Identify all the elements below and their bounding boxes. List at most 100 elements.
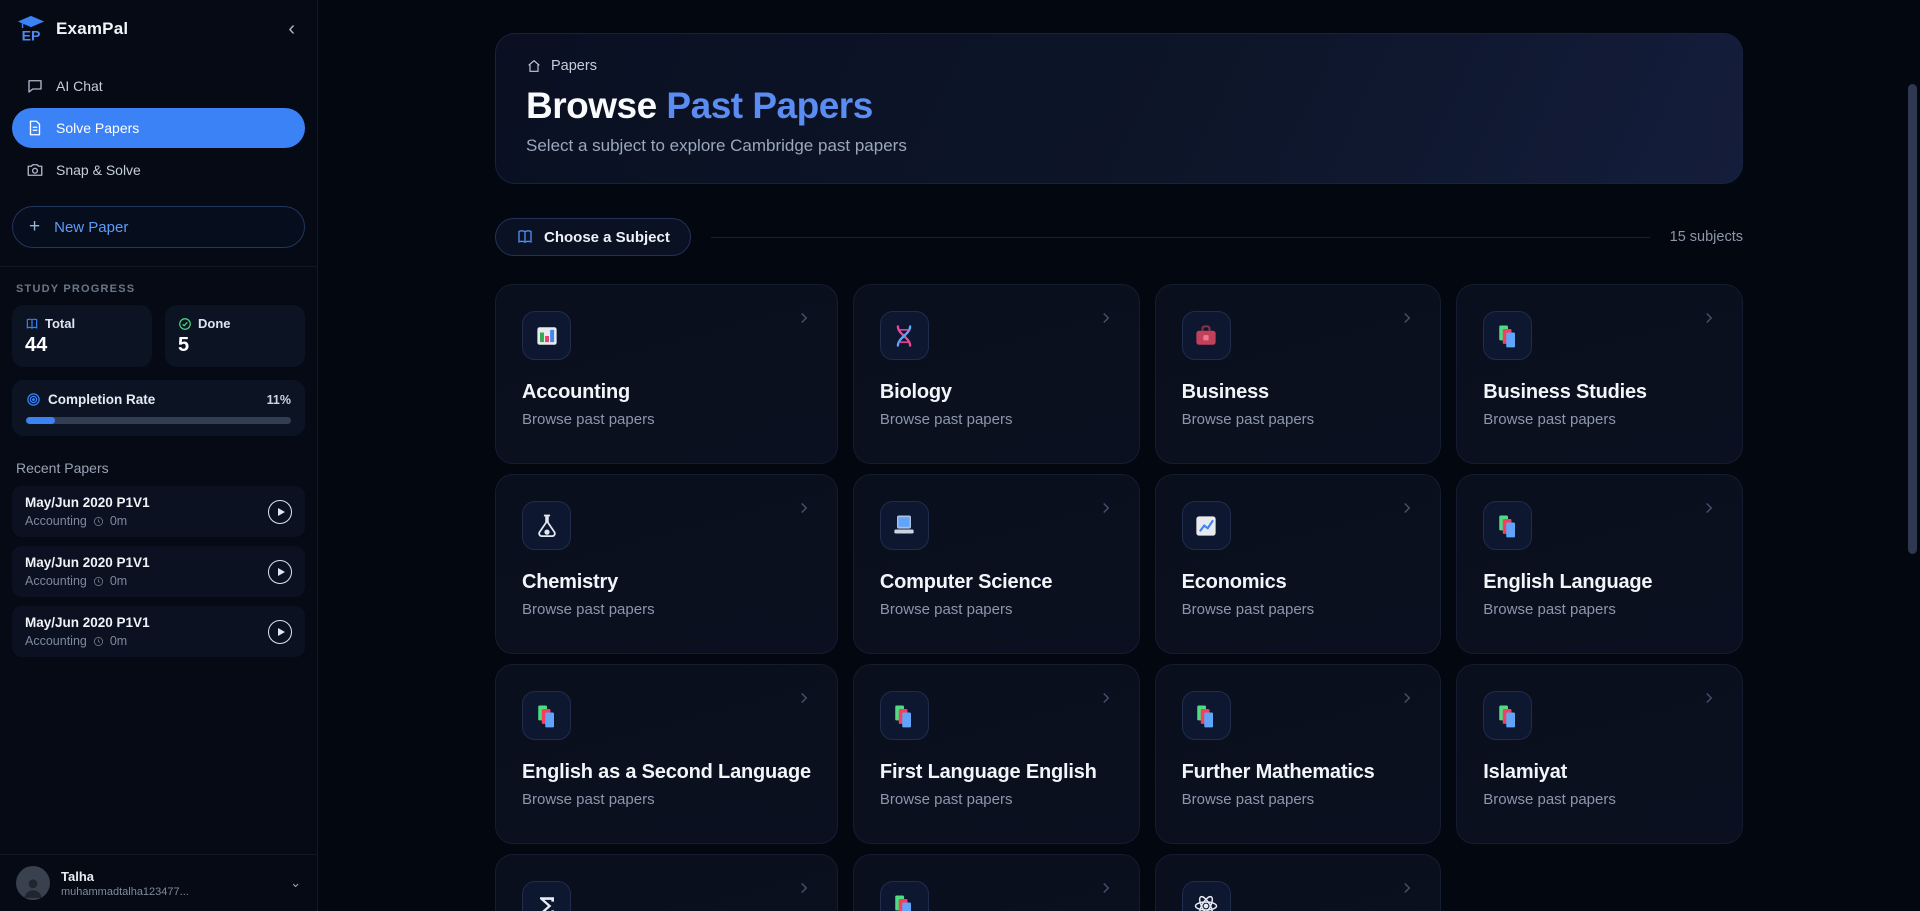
subject-card-islamiyat[interactable]: Islamiyat Browse past papers	[1456, 664, 1743, 844]
hero-panel: Papers Browse Past Papers Select a subje…	[495, 33, 1743, 184]
chevron-right-icon	[1097, 689, 1115, 707]
subject-card-biology[interactable]: Biology Browse past papers	[853, 284, 1140, 464]
subject-card-partial[interactable]	[1155, 854, 1442, 911]
camera-icon	[26, 161, 44, 179]
exampal-logo-icon: EP	[16, 14, 46, 44]
briefcase-icon	[1182, 311, 1231, 360]
recent-paper-duration: 0m	[110, 514, 127, 528]
books-icon	[1483, 311, 1532, 360]
main-content: Papers Browse Past Papers Select a subje…	[318, 0, 1920, 911]
page-title: Browse Past Papers	[526, 85, 1712, 127]
chevron-right-icon	[795, 499, 813, 517]
page-subtitle: Select a subject to explore Cambridge pa…	[526, 136, 1712, 156]
sidebar: EP ExamPal ‹ AI Chat Solve Papers Snap &…	[0, 0, 318, 911]
alembic-icon	[522, 501, 571, 550]
play-button[interactable]	[268, 500, 292, 524]
books-icon	[1483, 501, 1532, 550]
user-menu[interactable]: Talha muhammadtalha123477... ⌄	[0, 854, 317, 911]
sidebar-item-ai-chat[interactable]: AI Chat	[12, 66, 305, 106]
chart-increasing-icon	[1182, 501, 1231, 550]
sidebar-item-solve-papers[interactable]: Solve Papers	[12, 108, 305, 148]
subject-subtitle: Browse past papers	[880, 791, 1113, 808]
sidebar-collapse-button[interactable]: ‹	[282, 17, 301, 41]
home-icon	[526, 58, 542, 74]
recent-paper-title: May/Jun 2020 P1V1	[25, 495, 268, 510]
chevron-right-icon	[795, 689, 813, 707]
chevron-right-icon	[1097, 309, 1115, 327]
logo-row: EP ExamPal ‹	[0, 0, 317, 50]
chevron-right-icon	[1398, 879, 1416, 897]
subject-bar: Choose a Subject 15 subjects	[495, 218, 1743, 256]
subject-title: English as a Second Language	[522, 761, 811, 784]
recent-paper-subject: Accounting	[25, 514, 87, 528]
subject-grid: Accounting Browse past papers Biology Br…	[495, 284, 1743, 911]
recent-paper-item[interactable]: May/Jun 2020 P1V1 Accounting 0m	[12, 606, 305, 657]
subject-title: Computer Science	[880, 571, 1113, 594]
chevron-right-icon	[1700, 689, 1718, 707]
study-progress-heading: STUDY PROGRESS	[16, 283, 301, 295]
recent-paper-duration: 0m	[110, 574, 127, 588]
subject-card-business-studies[interactable]: Business Studies Browse past papers	[1456, 284, 1743, 464]
breadcrumb-label: Papers	[551, 58, 597, 74]
subject-card-computer-science[interactable]: Computer Science Browse past papers	[853, 474, 1140, 654]
sidebar-item-snap-solve[interactable]: Snap & Solve	[12, 150, 305, 190]
new-paper-button[interactable]: + New Paper	[12, 206, 305, 248]
recent-paper-subject: Accounting	[25, 574, 87, 588]
chevron-right-icon	[1700, 499, 1718, 517]
completion-rate-card: Completion Rate 11%	[12, 380, 305, 436]
clock-icon	[93, 576, 104, 587]
subject-title: Accounting	[522, 381, 811, 404]
recent-paper-subject: Accounting	[25, 634, 87, 648]
choose-subject-chip[interactable]: Choose a Subject	[495, 218, 691, 256]
subject-subtitle: Browse past papers	[522, 601, 811, 618]
subject-card-economics[interactable]: Economics Browse past papers	[1155, 474, 1442, 654]
dna-icon	[880, 311, 929, 360]
total-value: 44	[25, 334, 139, 357]
study-progress-stats: Total 44 Done 5	[12, 305, 305, 367]
page-title-accent: Past Papers	[657, 85, 873, 126]
recent-papers-heading: Recent Papers	[16, 460, 301, 476]
plus-icon: +	[29, 216, 40, 238]
recent-paper-duration: 0m	[110, 634, 127, 648]
play-button[interactable]	[268, 560, 292, 584]
completion-value: 11%	[267, 393, 291, 407]
sidebar-nav: AI Chat Solve Papers Snap & Solve	[0, 66, 317, 190]
breadcrumb: Papers	[526, 58, 1712, 74]
play-button[interactable]	[268, 620, 292, 644]
scrollbar-thumb[interactable]	[1908, 84, 1917, 554]
done-stat-card: Done 5	[165, 305, 305, 367]
nav-label: AI Chat	[56, 78, 103, 94]
recent-paper-meta: Accounting 0m	[25, 574, 268, 588]
subject-card-partial[interactable]	[853, 854, 1140, 911]
books-icon	[522, 691, 571, 740]
books-icon	[880, 691, 929, 740]
choose-subject-label: Choose a Subject	[544, 229, 670, 246]
subject-card-further-mathematics[interactable]: Further Mathematics Browse past papers	[1155, 664, 1442, 844]
subject-count: 15 subjects	[1670, 229, 1743, 245]
recent-papers-list: May/Jun 2020 P1V1 Accounting 0m May/Jun …	[12, 486, 305, 657]
subject-card-partial[interactable]	[495, 854, 838, 911]
subject-card-english-as-a-second-language[interactable]: English as a Second Language Browse past…	[495, 664, 838, 844]
subject-card-chemistry[interactable]: Chemistry Browse past papers	[495, 474, 838, 654]
subject-title: Biology	[880, 381, 1113, 404]
subject-card-first-language-english[interactable]: First Language English Browse past paper…	[853, 664, 1140, 844]
document-icon	[26, 119, 44, 137]
clock-icon	[93, 636, 104, 647]
chevron-right-icon	[1398, 309, 1416, 327]
subject-card-business[interactable]: Business Browse past papers	[1155, 284, 1442, 464]
subject-title: Chemistry	[522, 571, 811, 594]
subject-card-accounting[interactable]: Accounting Browse past papers	[495, 284, 838, 464]
subject-card-english-language[interactable]: English Language Browse past papers	[1456, 474, 1743, 654]
laptop-icon	[880, 501, 929, 550]
books-icon	[1182, 691, 1231, 740]
recent-paper-item[interactable]: May/Jun 2020 P1V1 Accounting 0m	[12, 486, 305, 537]
recent-paper-meta: Accounting 0m	[25, 514, 268, 528]
chevron-right-icon	[1398, 499, 1416, 517]
subject-title: First Language English	[880, 761, 1113, 784]
avatar	[16, 866, 50, 900]
divider-line	[711, 237, 1650, 238]
recent-paper-item[interactable]: May/Jun 2020 P1V1 Accounting 0m	[12, 546, 305, 597]
recent-paper-meta: Accounting 0m	[25, 634, 268, 648]
subject-title: Islamiyat	[1483, 761, 1716, 784]
total-stat-card: Total 44	[12, 305, 152, 367]
